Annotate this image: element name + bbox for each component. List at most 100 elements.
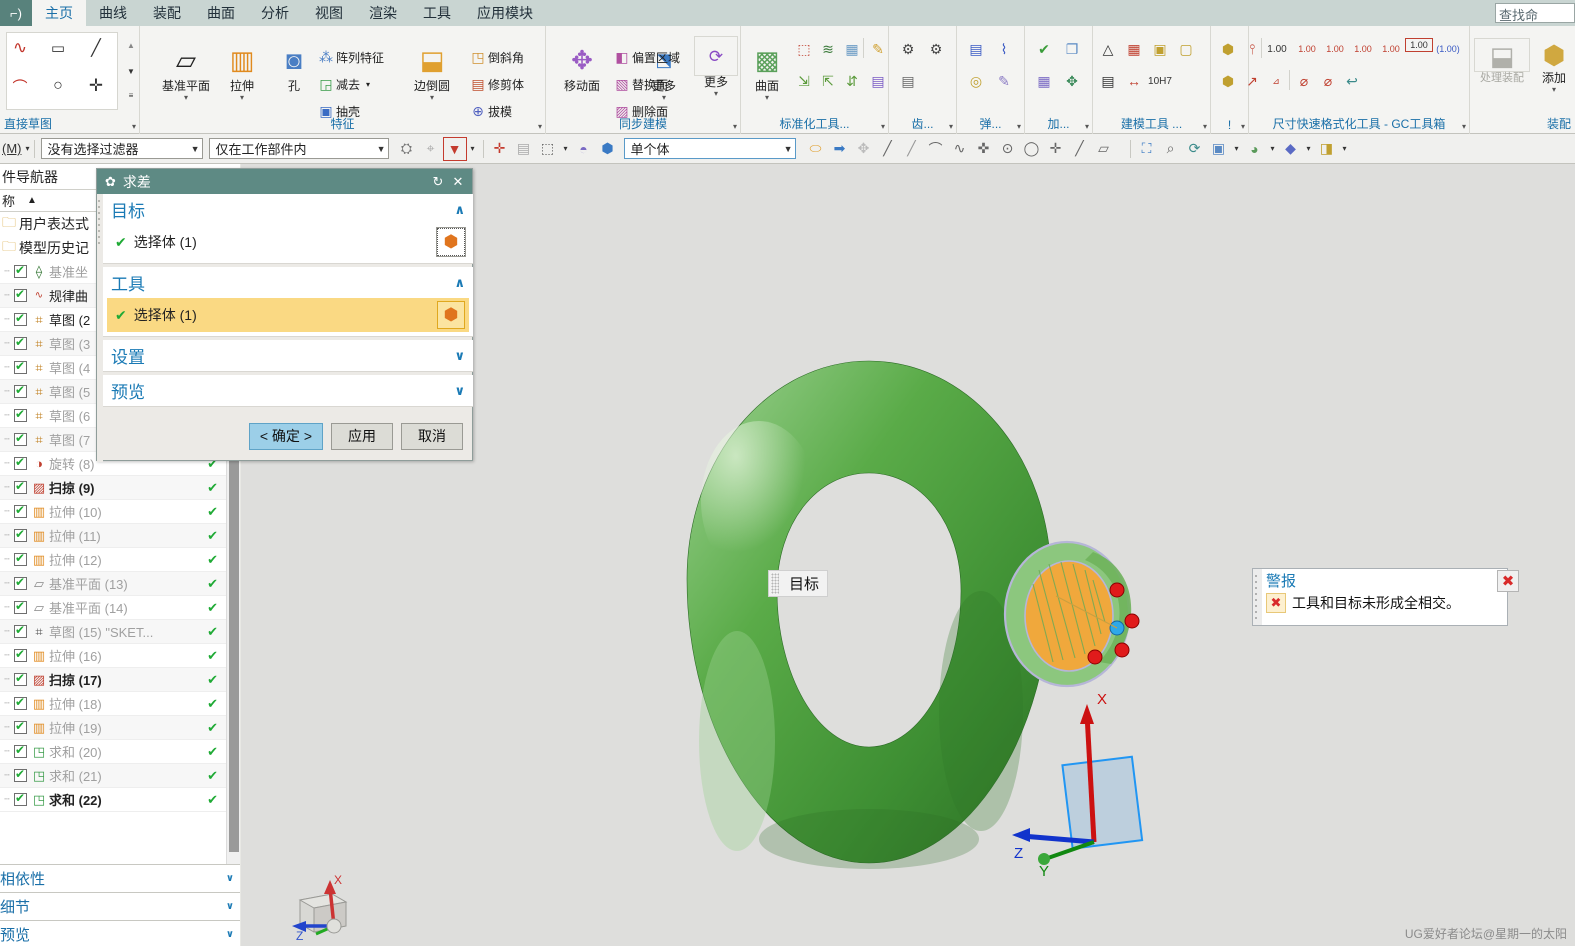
- chevron-down-icon[interactable]: ▾: [560, 137, 572, 161]
- panel-preview[interactable]: 预览 ∨: [0, 920, 240, 946]
- process-assembly-button[interactable]: ⬓ 处理装配: [1474, 38, 1530, 85]
- tree-checkbox[interactable]: [14, 479, 27, 494]
- datum-select-icon[interactable]: ▱: [1092, 137, 1116, 161]
- snap-filter-icon[interactable]: ⌖: [419, 137, 443, 161]
- tree-checkbox[interactable]: [14, 719, 27, 734]
- chevron-down-icon[interactable]: ▾: [467, 137, 479, 161]
- spline-select-icon[interactable]: ∿: [948, 137, 972, 161]
- zoom-view-icon[interactable]: ⌕: [1159, 137, 1183, 161]
- tree-row-datum-plane-13[interactable]: ┄ ▱ 基准平面 (13) ✔: [0, 572, 240, 596]
- point-set-icon[interactable]: ✜: [972, 137, 996, 161]
- extrude-button[interactable]: ▥ 拉伸 ▾: [216, 40, 268, 102]
- std-attribute-icon[interactable]: ⇵: [841, 70, 863, 92]
- chevron-down-icon[interactable]: ∨: [226, 901, 234, 912]
- cancel-button[interactable]: 取消: [401, 422, 463, 450]
- tree-checkbox[interactable]: [14, 455, 27, 470]
- dim-diam-icon[interactable]: ⌀: [1293, 70, 1315, 92]
- next-select-icon[interactable]: ➡: [828, 137, 852, 161]
- gear-bevel-icon[interactable]: ⚙: [925, 38, 947, 60]
- tolerance-icon[interactable]: 10H7: [1148, 70, 1172, 92]
- dim-fit-icon[interactable]: ↗: [1241, 70, 1263, 92]
- tab-render[interactable]: 渲染: [356, 0, 410, 26]
- point-icon[interactable]: ✛: [85, 75, 107, 97]
- subtract-button[interactable]: ◲ 减去 ▾: [316, 73, 370, 95]
- tree-checkbox[interactable]: [14, 575, 27, 590]
- circle-select-icon[interactable]: ◯: [1020, 137, 1044, 161]
- chevron-down-icon[interactable]: ▾: [1267, 137, 1279, 161]
- add-component-button[interactable]: ⬢ 添加 ▾: [1532, 38, 1575, 94]
- tree-checkbox[interactable]: [14, 263, 27, 278]
- dim-ref-icon[interactable]: ⊿: [1265, 70, 1287, 92]
- tree-checkbox[interactable]: [14, 647, 27, 662]
- drag-grip-icon[interactable]: [771, 573, 779, 594]
- chevron-down-icon[interactable]: ∨: [226, 929, 234, 940]
- std-table-icon[interactable]: ▦: [841, 38, 863, 60]
- offset-region-button[interactable]: ◧ 偏置区域: [612, 46, 680, 68]
- pattern-feature-button[interactable]: ⁂ 阵列特征: [316, 46, 384, 68]
- tree-checkbox[interactable]: [14, 503, 27, 518]
- apply-button[interactable]: 应用: [331, 422, 393, 450]
- subtract-dialog[interactable]: ✿ 求差 ↻ ✕ 目标 ∧ ✔ 选择体 (1) ⬢ 工具 ∧ ✔ 选择体 (1)…: [96, 168, 473, 462]
- curve-select-icon[interactable]: ⌒: [924, 137, 948, 161]
- tree-row-extrude-10[interactable]: ┄ ▥ 拉伸 (10) ✔: [0, 500, 240, 524]
- selection-mode-label[interactable]: (M): [0, 141, 26, 156]
- trim-body-button[interactable]: ▤ 修剪体: [468, 73, 524, 95]
- tree-checkbox[interactable]: [14, 431, 27, 446]
- tree-checkbox[interactable]: [14, 359, 27, 374]
- tree-row-datum-plane-14[interactable]: ┄ ▱ 基准平面 (14) ✔: [0, 596, 240, 620]
- face-select-icon[interactable]: ⬭: [804, 137, 828, 161]
- group-feature-icon[interactable]: ▢: [1175, 38, 1197, 60]
- arc-icon[interactable]: ⌒: [9, 75, 31, 97]
- fit-view-icon[interactable]: ⛶: [1135, 137, 1159, 161]
- chevron-down-icon[interactable]: ▾: [694, 89, 738, 98]
- reset-icon[interactable]: ↻: [428, 174, 448, 190]
- tree-checkbox[interactable]: [14, 599, 27, 614]
- tree-row-sweep-17[interactable]: ┄ ▨ 扫掠 (17) ✔: [0, 668, 240, 692]
- dim-style-icon[interactable]: ⫯: [1241, 38, 1263, 60]
- tab-view[interactable]: 视图: [302, 0, 356, 26]
- line-select-icon[interactable]: ╱: [876, 137, 900, 161]
- select-body-icon[interactable]: ⬢: [437, 301, 465, 329]
- tree-row-extrude-11[interactable]: ┄ ▥ 拉伸 (11) ✔: [0, 524, 240, 548]
- tree-row-extrude-16[interactable]: ┄ ▥ 拉伸 (16) ✔: [0, 644, 240, 668]
- sketch-scroll-up-icon[interactable]: ▲: [120, 34, 142, 56]
- chevron-up-icon[interactable]: ∧: [454, 202, 465, 218]
- select-body-icon[interactable]: ⬢: [436, 227, 466, 257]
- bodies-icon[interactable]: ⬢: [1217, 38, 1239, 60]
- tool-select-row[interactable]: ✔ 选择体 (1) ⬢: [107, 298, 469, 332]
- tree-checkbox[interactable]: [14, 527, 27, 542]
- dim-tol3-icon[interactable]: 1.00: [1349, 38, 1377, 60]
- chevron-down-icon[interactable]: ▾: [216, 93, 268, 102]
- close-icon[interactable]: ✕: [448, 174, 468, 190]
- hole-button[interactable]: ◙ 孔: [268, 40, 320, 93]
- tree-checkbox[interactable]: [14, 623, 27, 638]
- tree-checkbox[interactable]: [14, 743, 27, 758]
- grid-table-icon[interactable]: ▦: [1123, 38, 1145, 60]
- hidden-select-icon[interactable]: ◓: [572, 137, 596, 161]
- tree-checkbox[interactable]: [14, 287, 27, 302]
- section-view-icon[interactable]: ◨: [1315, 137, 1339, 161]
- chevron-down-icon[interactable]: ▾: [1339, 137, 1351, 161]
- chevron-down-icon[interactable]: ▾: [1231, 137, 1243, 161]
- triangle-icon[interactable]: △: [1097, 38, 1119, 60]
- rectangle-select-icon[interactable]: ⬚: [536, 137, 560, 161]
- std-layer-icon[interactable]: ≋: [817, 38, 839, 60]
- chevron-down-icon[interactable]: ▾: [745, 93, 789, 102]
- dim-boxed-icon[interactable]: 1.00: [1405, 38, 1433, 52]
- selection-filter-icon[interactable]: ▼: [442, 136, 467, 161]
- tab-assembly[interactable]: 装配: [140, 0, 194, 26]
- datum-plane-button[interactable]: ▱ 基准平面 ▾: [160, 40, 212, 102]
- group-expand-arrow-icon[interactable]: ▾: [1203, 122, 1207, 131]
- profile-icon[interactable]: ∿: [9, 37, 31, 59]
- dim-tol4-icon[interactable]: 1.00: [1377, 38, 1405, 60]
- sketch-expand-icon[interactable]: ≡: [120, 84, 142, 106]
- tree-checkbox[interactable]: [14, 791, 27, 806]
- panel-dependencies[interactable]: 相依性 ∨: [0, 864, 240, 892]
- dimension-icon[interactable]: ↔: [1123, 70, 1145, 92]
- command-search-input[interactable]: 查找命: [1495, 3, 1575, 23]
- tree-row-extrude-19[interactable]: ┄ ▥ 拉伸 (19) ✔: [0, 716, 240, 740]
- circle-icon[interactable]: ○: [47, 75, 69, 97]
- group-expand-arrow-icon[interactable]: ▾: [1241, 122, 1245, 131]
- quick-access-toolbar[interactable]: ⌐): [0, 0, 32, 26]
- slash-select-icon[interactable]: ╱: [1068, 137, 1092, 161]
